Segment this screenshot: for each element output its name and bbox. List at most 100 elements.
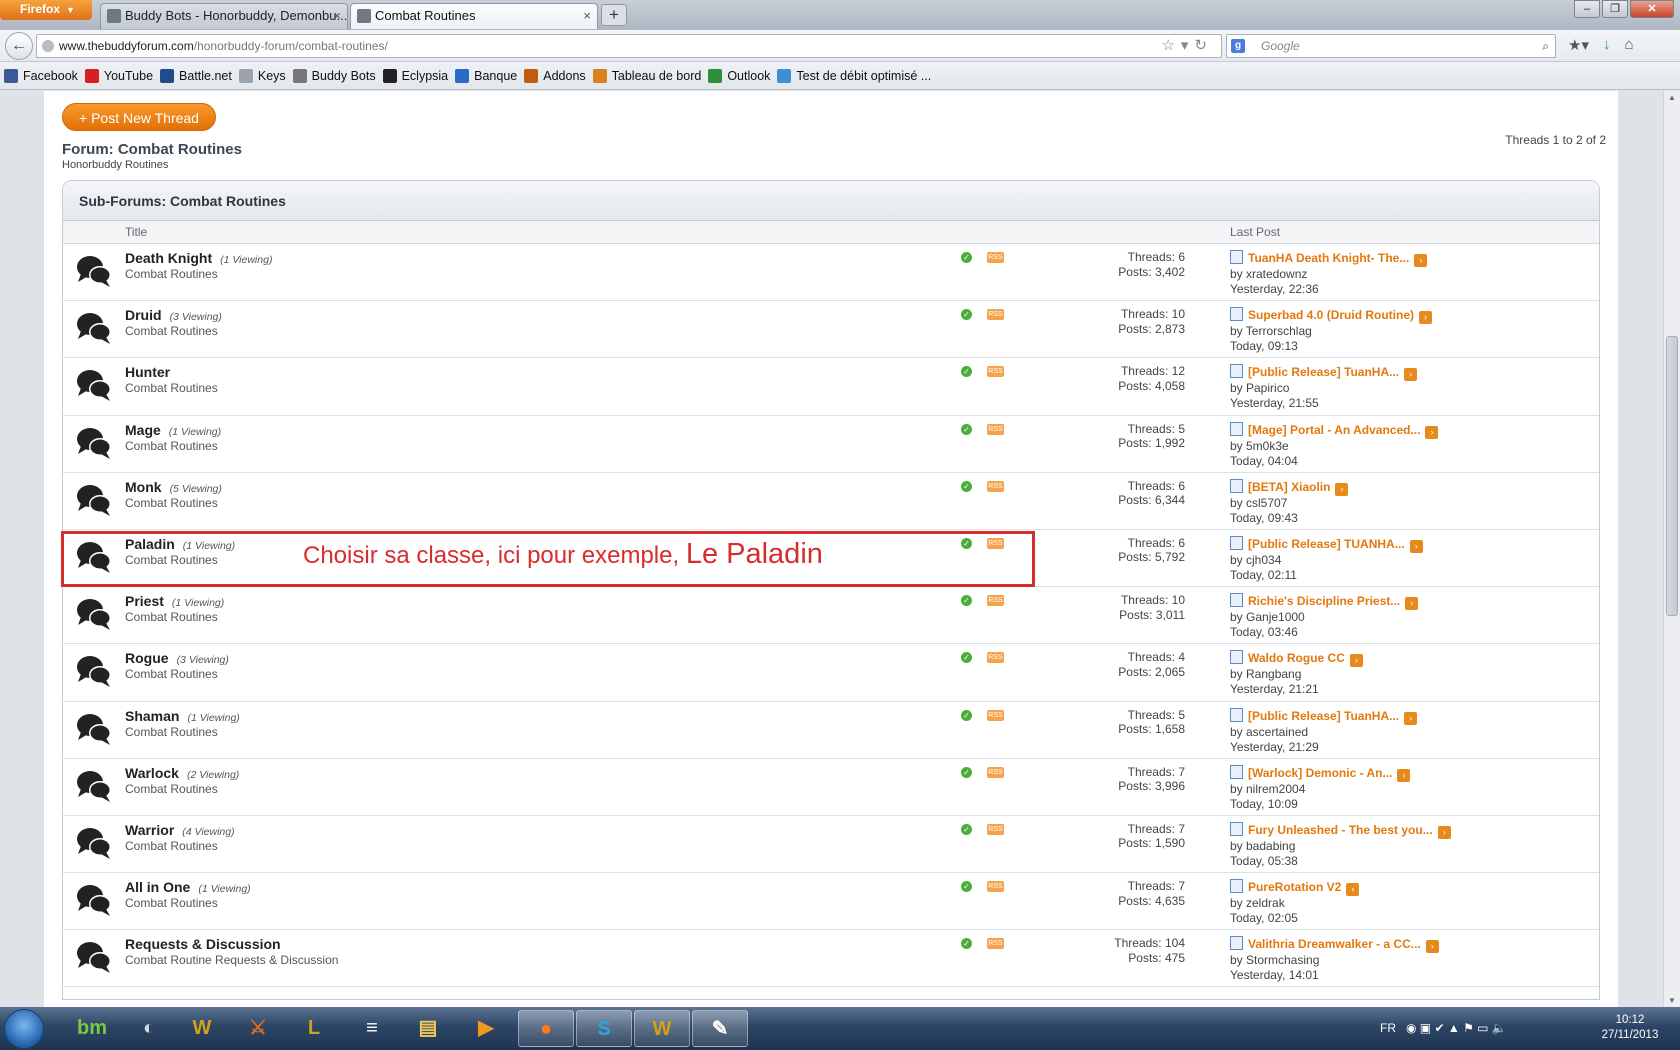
forum-icon[interactable] [75,597,113,631]
taskbar-app-button[interactable]: ◐ [121,1010,177,1047]
bookmark-item[interactable]: Outlook [708,68,770,83]
bookmark-item[interactable]: Tableau de bord [592,68,701,83]
last-post-title-link[interactable]: Valithria Dreamwalker - a CC... [1248,937,1421,951]
forum-name-link[interactable]: Mage (1 Viewing) [125,422,221,438]
forum-icon[interactable] [75,940,113,974]
go-to-post-icon[interactable]: › [1419,311,1433,325]
rss-icon[interactable]: RSS [987,938,1004,950]
clock[interactable]: 10:12 27/11/2013 [1592,1013,1668,1043]
close-icon[interactable]: × [583,4,591,28]
minimize-button[interactable]: ‒ [1574,0,1600,18]
window-close-button[interactable]: ✕ [1630,0,1674,18]
home-icon[interactable]: ⌂ [1624,36,1633,54]
tray-icons[interactable]: ◉ ▣ ✔ ▲ ⚑ ▭ 🔈 [1406,1021,1507,1035]
forum-name-link[interactable]: Shaman (1 Viewing) [125,708,240,724]
back-button[interactable]: ← [5,32,33,60]
last-post-title-link[interactable]: PureRotation V2 [1248,880,1341,894]
last-post-author[interactable]: by badabing [1230,839,1451,854]
firefox-menu-button[interactable]: Firefox ▼ [0,0,92,20]
forum-icon[interactable] [75,883,113,917]
bookmark-item[interactable]: Banque [455,68,517,83]
last-post-author[interactable]: by ascertained [1230,725,1417,740]
last-post-title-link[interactable]: [Public Release] TuanHA... [1248,709,1399,723]
forum-name-link[interactable]: Druid (3 Viewing) [125,307,222,323]
reload-icon[interactable]: ↻ [1194,37,1213,54]
taskbar-app-button[interactable]: W [634,1010,690,1047]
forum-name-link[interactable]: Warrior (4 Viewing) [125,822,235,838]
scroll-down-icon[interactable]: ▼ [1668,996,1676,1005]
forum-name-link[interactable]: Rogue (3 Viewing) [125,650,229,666]
bookmark-item[interactable]: Eclypsia [382,68,448,83]
forum-icon[interactable] [75,254,113,288]
search-input[interactable]: g Google ⌕ [1226,34,1556,58]
last-post-title-link[interactable]: Fury Unleashed - The best you... [1248,823,1433,837]
forum-icon[interactable] [75,311,113,345]
taskbar-app-button[interactable]: ▤ [400,1010,456,1047]
search-icon[interactable]: ⌕ [1542,35,1549,57]
rss-icon[interactable]: RSS [987,823,1004,835]
rss-icon[interactable]: RSS [987,766,1004,778]
go-to-post-icon[interactable]: › [1425,940,1439,954]
new-tab-button[interactable]: + [601,4,627,26]
star-icon[interactable]: ☆ [1161,37,1180,54]
forum-name-link[interactable]: Monk (5 Viewing) [125,479,222,495]
download-icon[interactable]: ↓ [1603,36,1611,54]
go-to-post-icon[interactable]: › [1404,711,1418,725]
go-to-post-icon[interactable]: › [1346,883,1360,897]
url-bar[interactable]: www.thebuddyforum.com/honorbuddy-forum/c… [36,34,1222,58]
rss-icon[interactable]: RSS [987,309,1004,321]
forum-icon[interactable] [75,483,113,517]
forum-icon[interactable] [75,654,113,688]
last-post-author[interactable]: by csl5707 [1230,496,1348,511]
bookmark-item[interactable]: YouTube [84,68,153,83]
taskbar-app-button[interactable]: ▶ [458,1010,514,1047]
last-post-title-link[interactable]: Waldo Rogue CC [1248,651,1345,665]
forum-icon[interactable] [75,826,113,860]
last-post-title-link[interactable]: [BETA] Xiaolin [1248,480,1330,494]
last-post-author[interactable]: by zeldrak [1230,896,1359,911]
taskbar-app-button[interactable]: ✎ [692,1010,748,1047]
bookmark-item[interactable]: Facebook [4,68,78,83]
bookmark-item[interactable]: Buddy Bots [292,68,376,83]
taskbar-app-button[interactable]: bm [64,1010,120,1047]
go-to-post-icon[interactable]: › [1405,597,1419,611]
post-new-thread-button[interactable]: + Post New Thread [62,103,216,131]
rss-icon[interactable]: RSS [987,881,1004,893]
rss-icon[interactable]: RSS [987,423,1004,435]
last-post-author[interactable]: by xratedownz [1230,267,1427,282]
bookmarks-menu-icon[interactable]: ★▾ [1568,36,1589,54]
tab-buddy-bots[interactable]: Buddy Bots - Honorbuddy, Demonbu... × [100,3,348,29]
forum-name-link[interactable]: Requests & Discussion [125,936,289,952]
taskbar-app-button[interactable]: ⚔ [230,1010,286,1047]
maximize-button[interactable]: ❐ [1602,0,1628,18]
taskbar-app-button[interactable]: ● [518,1010,574,1047]
start-button[interactable] [4,1009,44,1049]
close-icon[interactable]: × [333,4,341,28]
last-post-title-link[interactable]: [Warlock] Demonic - An... [1248,766,1392,780]
go-to-post-icon[interactable]: › [1349,654,1363,668]
last-post-author[interactable]: by 5m0k3e [1230,439,1438,454]
rss-icon[interactable]: RSS [987,595,1004,607]
bookmark-item[interactable]: Addons [524,68,586,83]
last-post-title-link[interactable]: [Mage] Portal - An Advanced... [1248,423,1420,437]
taskbar-app-button[interactable]: L [286,1010,342,1047]
last-post-author[interactable]: by Rangbang [1230,667,1363,682]
scroll-up-icon[interactable]: ▲ [1668,93,1676,102]
go-to-post-icon[interactable]: › [1404,368,1418,382]
taskbar-app-button[interactable]: ≡ [344,1010,400,1047]
last-post-author[interactable]: by nilrem2004 [1230,782,1410,797]
forum-icon[interactable] [75,426,113,460]
google-icon[interactable]: g [1231,39,1245,53]
rss-icon[interactable]: RSS [987,652,1004,664]
last-post-title-link[interactable]: Richie's Discipline Priest... [1248,594,1400,608]
go-to-post-icon[interactable]: › [1437,825,1451,839]
vertical-scrollbar[interactable]: ▲ ▼ [1663,91,1680,1007]
taskbar-app-button[interactable]: W [174,1010,230,1047]
go-to-post-icon[interactable]: › [1414,254,1428,267]
forum-name-link[interactable]: Hunter [125,364,178,380]
forum-name-link[interactable]: All in One (1 Viewing) [125,879,251,895]
taskbar-app-button[interactable]: S [576,1010,632,1047]
last-post-author[interactable]: by Papirico [1230,381,1417,396]
last-post-title-link[interactable]: [Public Release] TuanHA... [1248,365,1399,379]
last-post-author[interactable]: by cjh034 [1230,553,1423,568]
